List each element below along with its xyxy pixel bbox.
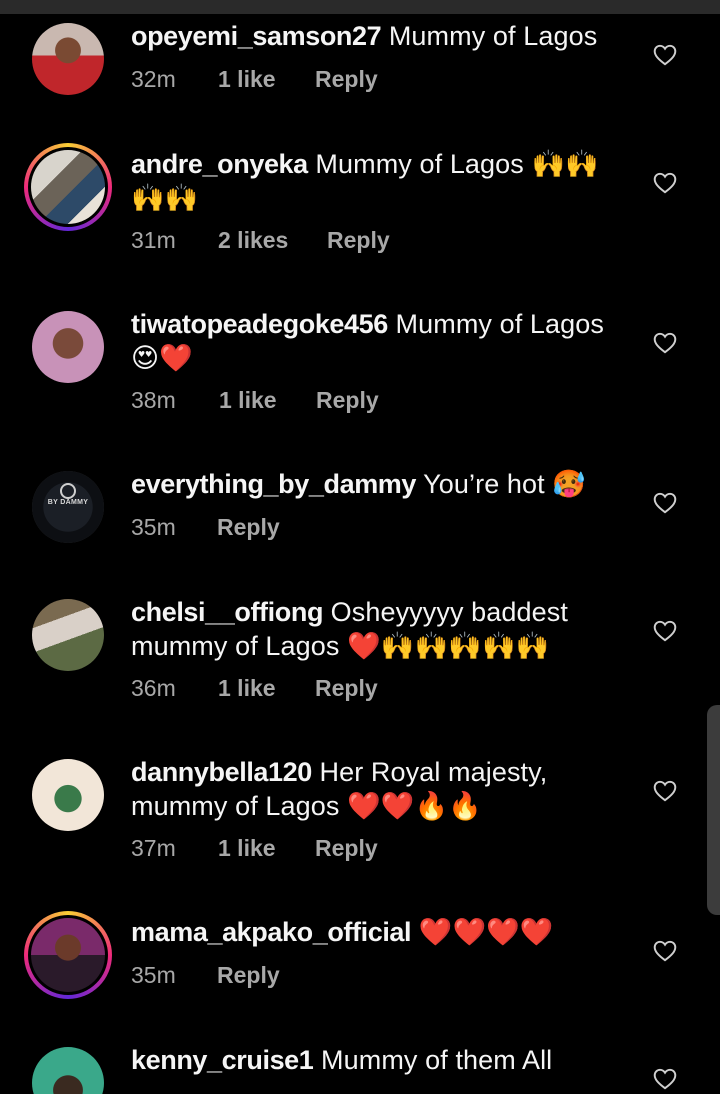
comment-body: Osheyyyyy baddest	[330, 597, 568, 627]
comment-text: kenny_cruise1 Mummy of them All	[131, 1043, 631, 1077]
avatar[interactable]	[32, 311, 104, 383]
user-photo	[31, 918, 105, 992]
comment-body-line2: 🙌🙌	[131, 183, 199, 213]
user-photo	[31, 150, 105, 224]
reply-button[interactable]: Reply	[315, 64, 378, 94]
timestamp: 35m	[131, 514, 176, 540]
heart-icon[interactable]	[652, 938, 678, 964]
likes-count[interactable]: 2 likes	[218, 225, 288, 255]
comments-list: opeyemi_samson27 Mummy of Lagos 32m 1 li…	[0, 0, 720, 1094]
comment-text: dannybella120 Her Royal majesty, mummy o…	[131, 755, 631, 823]
comment-body: Mummy of Lagos	[395, 309, 604, 339]
heart-icon[interactable]	[652, 170, 678, 196]
comment-body: Mummy of Lagos 🙌🙌	[315, 149, 599, 179]
username-link[interactable]: tiwatopeadegoke456	[131, 309, 388, 339]
heart-icon[interactable]	[652, 490, 678, 516]
avatar[interactable]	[32, 23, 104, 95]
comment-body: Her Royal majesty,	[319, 757, 548, 787]
timestamp: 38m	[131, 387, 176, 413]
comment-body: Mummy of them All	[321, 1045, 553, 1075]
heart-icon[interactable]	[652, 330, 678, 356]
reply-button[interactable]: Reply	[217, 960, 280, 990]
avatar[interactable]	[32, 1047, 104, 1094]
timestamp: 32m	[131, 66, 176, 92]
username-link[interactable]: opeyemi_samson27	[131, 21, 382, 51]
timestamp: 35m	[131, 962, 176, 988]
reply-button[interactable]: Reply	[217, 512, 280, 542]
heart-icon[interactable]	[652, 1066, 678, 1092]
likes-count[interactable]: 1 like	[218, 64, 276, 94]
timestamp: 36m	[131, 675, 176, 701]
comment-body: Mummy of Lagos	[388, 21, 598, 51]
scrollbar-handle[interactable]	[707, 705, 720, 915]
comment-body-line2: 😍❤️	[131, 343, 193, 373]
username-link[interactable]: andre_onyeka	[131, 149, 308, 179]
comment-text: andre_onyeka Mummy of Lagos 🙌🙌 🙌🙌	[131, 147, 631, 215]
reply-button[interactable]: Reply	[315, 833, 378, 863]
likes-count[interactable]: 1 like	[218, 833, 276, 863]
username-link[interactable]: everything_by_dammy	[131, 469, 416, 499]
comment-body-line2: mummy of Lagos ❤️🙌🙌🙌🙌🙌	[131, 631, 550, 661]
user-photo	[32, 599, 104, 671]
heart-icon[interactable]	[652, 778, 678, 804]
likes-count[interactable]: 1 like	[218, 673, 276, 703]
username-link[interactable]: dannybella120	[131, 757, 312, 787]
logo-text: BY DAMMY	[47, 499, 89, 506]
comment-text: tiwatopeadegoke456 Mummy of Lagos 😍❤️	[131, 307, 631, 375]
comment-body-line2: mummy of Lagos ❤️❤️🔥🔥	[131, 791, 482, 821]
username-link[interactable]: kenny_cruise1	[131, 1045, 314, 1075]
comment-text: mama_akpako_official ❤️❤️❤️❤️	[131, 915, 631, 949]
timestamp: 37m	[131, 835, 176, 861]
avatar-story-ring[interactable]	[24, 143, 112, 231]
avatar[interactable]: BY DAMMY	[32, 471, 104, 543]
reply-button[interactable]: Reply	[327, 225, 390, 255]
user-photo	[32, 1047, 104, 1094]
brand-logo: BY DAMMY	[32, 471, 104, 543]
comment-text: chelsi__offiong Osheyyyyy baddest mummy …	[131, 595, 631, 663]
user-photo	[32, 311, 104, 383]
username-link[interactable]: mama_akpako_official	[131, 917, 412, 947]
comment-text: opeyemi_samson27 Mummy of Lagos	[131, 19, 631, 53]
avatar[interactable]	[32, 599, 104, 671]
reply-button[interactable]: Reply	[315, 673, 378, 703]
heart-icon[interactable]	[652, 618, 678, 644]
comment-text: everything_by_dammy You’re hot 🥵	[131, 467, 631, 501]
comment-body: ❤️❤️❤️❤️	[418, 917, 554, 947]
user-photo	[32, 23, 104, 95]
timestamp: 31m	[131, 227, 176, 253]
heart-icon[interactable]	[652, 42, 678, 68]
username-link[interactable]: chelsi__offiong	[131, 597, 323, 627]
reply-button[interactable]: Reply	[316, 385, 379, 415]
avatar-story-ring[interactable]	[24, 911, 112, 999]
comment-body: You’re hot 🥵	[423, 469, 587, 499]
likes-count[interactable]: 1 like	[219, 385, 277, 415]
user-photo	[32, 759, 104, 831]
logo-emblem	[60, 483, 76, 499]
avatar[interactable]	[32, 759, 104, 831]
